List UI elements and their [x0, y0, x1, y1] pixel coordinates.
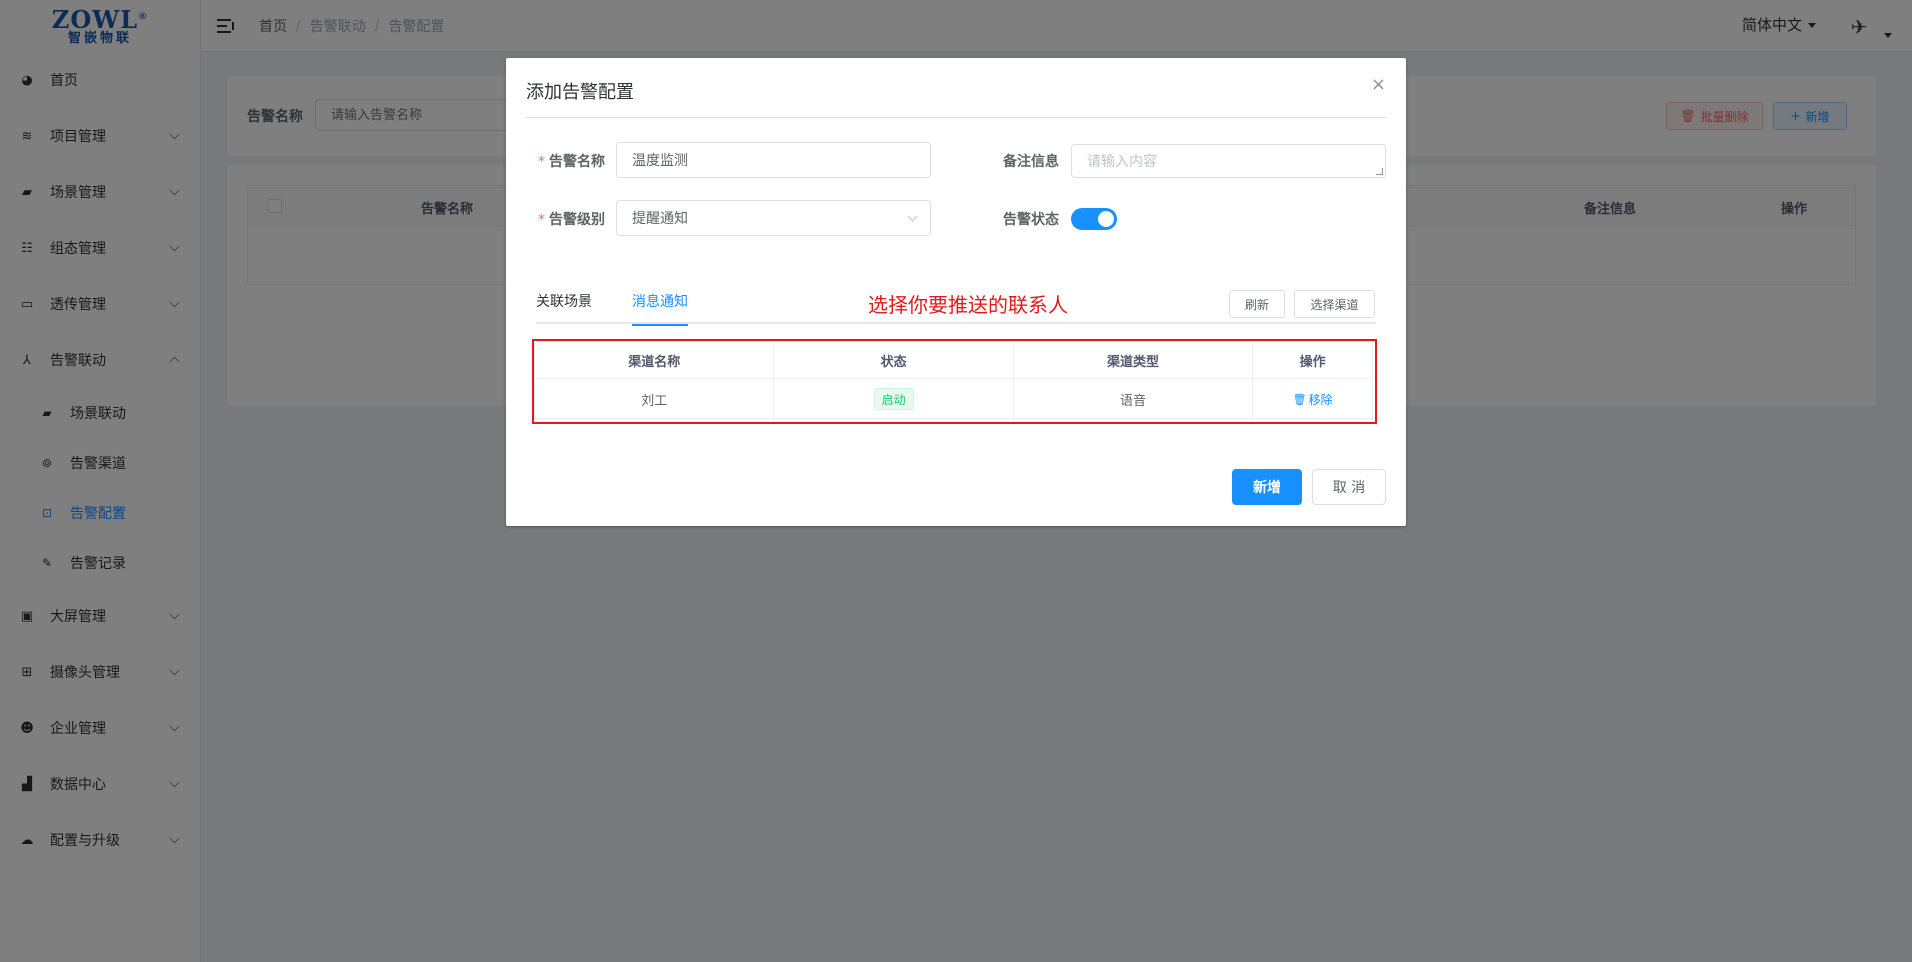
dialog-divider — [526, 117, 1386, 118]
switch-knob — [1098, 211, 1114, 227]
remark-placeholder: 请输入内容 — [1087, 154, 1157, 170]
resize-handle-icon[interactable] — [1376, 168, 1383, 175]
alarm-level-label: * 告警级别 — [538, 209, 605, 229]
tab-message-notification[interactable]: 消息通知 — [632, 288, 688, 326]
alarm-name-label-text: 告警名称 — [549, 154, 605, 170]
remark-label: 备注信息 — [1003, 154, 1059, 170]
alarm-level-label-text: 告警级别 — [549, 212, 605, 228]
alarm-level-value: 提醒通知 — [632, 211, 688, 227]
alarm-name-label: * 告警名称 — [538, 151, 605, 171]
add-alarm-config-dialog: 添加告警配置 × * 告警名称 温度监测 备注信息 请输入内容 * 告警级别 提醒通… — [506, 58, 1406, 526]
confirm-add-button[interactable]: 新增 — [1232, 469, 1302, 505]
alarm-status-label: 告警状态 — [1003, 212, 1059, 228]
tab-related-scenes[interactable]: 关联场景 — [536, 288, 592, 324]
alarm-name-input[interactable]: 温度监测 — [616, 142, 931, 178]
alarm-status-switch[interactable] — [1071, 208, 1117, 230]
dialog-title: 添加告警配置 — [526, 82, 634, 103]
required-mark: * — [538, 154, 545, 170]
required-mark: * — [538, 212, 545, 228]
close-icon[interactable]: × — [1371, 74, 1386, 95]
annotation-highlight-box — [532, 339, 1377, 424]
chevron-down-icon — [907, 211, 918, 222]
alarm-level-select[interactable]: 提醒通知 — [616, 200, 931, 236]
alarm-name-value: 温度监测 — [632, 153, 688, 169]
cancel-button[interactable]: 取 消 — [1312, 469, 1386, 505]
annotation-text: 选择你要推送的联系人 — [868, 293, 1068, 317]
select-channel-button[interactable]: 选择渠道 — [1294, 290, 1375, 318]
remark-textarea[interactable]: 请输入内容 — [1071, 144, 1386, 178]
refresh-button[interactable]: 刷新 — [1229, 290, 1285, 318]
